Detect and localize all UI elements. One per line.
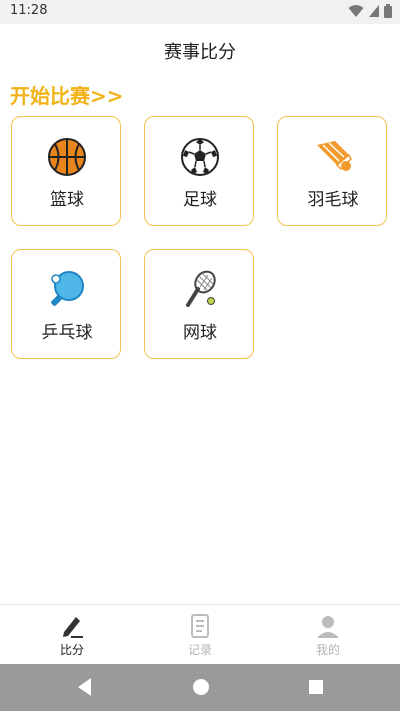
status-icons — [348, 4, 392, 18]
back-icon[interactable] — [75, 676, 93, 698]
start-game-label[interactable]: 开始比赛>> — [10, 80, 124, 109]
sport-card-tennis[interactable]: 网球 — [144, 249, 254, 359]
sport-label: 足球 — [183, 190, 217, 210]
sport-card-basketball[interactable]: 篮球 — [11, 116, 121, 226]
status-bar: 11:28 — [0, 0, 400, 24]
status-time: 11:28 — [10, 3, 48, 18]
nav-label: 我的 — [315, 643, 340, 657]
shuttlecock-icon — [317, 141, 352, 171]
sport-label: 篮球 — [50, 190, 84, 210]
sport-card-soccer[interactable]: 足球 — [144, 116, 254, 226]
system-nav-bar — [0, 664, 400, 711]
page-title: 赛事比分 — [164, 42, 236, 63]
nav-label: 记录 — [187, 643, 212, 657]
wifi-icon — [348, 5, 364, 17]
sport-label: 羽毛球 — [307, 190, 359, 210]
nav-item-score[interactable]: 比分 — [32, 613, 112, 658]
nav-item-records[interactable]: 记录 — [160, 613, 240, 658]
tennis-racket-icon — [186, 270, 216, 307]
sport-label: 网球 — [183, 323, 217, 343]
user-icon — [317, 616, 339, 638]
basketball-icon — [48, 138, 86, 176]
home-icon[interactable] — [191, 676, 211, 698]
sport-label: 乒乓球 — [41, 323, 93, 343]
recents-icon[interactable] — [307, 676, 325, 698]
edit-pen-icon — [63, 617, 83, 638]
sport-card-pingpong[interactable]: 乒乓球 — [11, 249, 121, 359]
nav-item-profile[interactable]: 我的 — [288, 613, 368, 658]
ping-pong-paddle-icon — [51, 271, 84, 306]
nav-label: 比分 — [59, 643, 84, 657]
sport-card-badminton[interactable]: 羽毛球 — [277, 116, 387, 226]
notebook-icon — [191, 614, 209, 638]
bottom-nav: 比分 记录 我的 — [0, 604, 400, 665]
signal-icon — [369, 5, 379, 17]
battery-icon — [384, 4, 392, 18]
soccer-ball-icon — [181, 138, 219, 176]
